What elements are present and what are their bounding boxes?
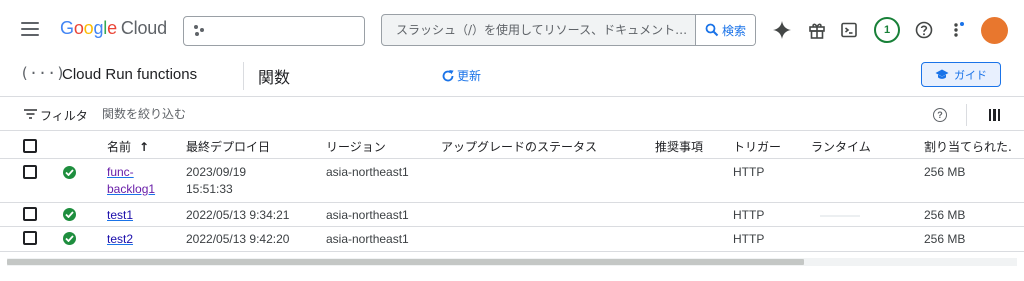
- region-cell: asia-northeast1: [326, 208, 409, 222]
- memory-cell: 256 MB: [924, 208, 966, 222]
- help-icon[interactable]: ?: [933, 108, 947, 122]
- refresh-label: 更新: [457, 69, 482, 83]
- divider: [0, 226, 1024, 227]
- gift-icon[interactable]: [806, 19, 828, 41]
- row-checkbox[interactable]: [23, 207, 37, 221]
- column-header-name[interactable]: 名前 ↑: [107, 138, 149, 155]
- region-cell: asia-northeast1: [326, 165, 409, 179]
- runtime-placeholder: [820, 215, 860, 217]
- page-header: (···) Cloud Run functions 関数 更新: [0, 62, 1024, 100]
- deployed-cell: 2022/05/13 9:34:21: [186, 208, 290, 222]
- function-name-link[interactable]: test1: [107, 208, 133, 222]
- trigger-cell: HTTP: [733, 232, 765, 246]
- column-header-trigger[interactable]: トリガー: [733, 138, 781, 155]
- select-all-checkbox[interactable]: [23, 139, 37, 153]
- trigger-cell: HTTP: [733, 165, 765, 179]
- notification-badge[interactable]: 1: [874, 17, 900, 43]
- project-dots-icon: [194, 25, 208, 37]
- search-input[interactable]: [382, 15, 695, 45]
- status-ok-icon: [63, 232, 76, 245]
- divider: [966, 104, 967, 126]
- cloud-shell-icon[interactable]: [838, 19, 860, 41]
- top-app-bar: GoogleCloud 検索 1: [0, 0, 1024, 64]
- menu-icon[interactable]: [21, 22, 39, 36]
- function-name-link[interactable]: test2: [107, 232, 133, 246]
- search-bar: 検索: [381, 14, 756, 46]
- divider: [0, 202, 1024, 203]
- trigger-cell: HTTP: [733, 208, 765, 222]
- divider: [243, 62, 244, 90]
- search-button[interactable]: 検索: [695, 15, 755, 45]
- search-button-label: 検索: [721, 23, 746, 38]
- deployed-time: 15:51:33: [186, 182, 233, 196]
- search-icon: [705, 23, 719, 37]
- filter-input[interactable]: [102, 104, 502, 124]
- divider: [0, 158, 1024, 159]
- guide-button[interactable]: ガイド: [921, 62, 1001, 87]
- column-header-memory[interactable]: 割り当てられた.: [924, 138, 1012, 155]
- column-header-runtime[interactable]: ランタイム: [811, 138, 871, 155]
- refresh-button[interactable]: 更新: [441, 67, 481, 84]
- status-ok-icon: [63, 166, 76, 179]
- guide-label: ガイド: [954, 68, 987, 82]
- deployed-date: 2023/09/19: [186, 165, 247, 179]
- filter-icon[interactable]: [24, 109, 37, 119]
- function-name-link[interactable]: func-: [107, 165, 134, 179]
- more-vert-icon[interactable]: [948, 19, 970, 41]
- status-ok-icon: [63, 208, 76, 221]
- school-icon: [935, 69, 949, 79]
- help-icon[interactable]: [913, 19, 935, 41]
- column-header-recommendations[interactable]: 推奨事項: [655, 138, 703, 155]
- page-title: 関数: [258, 68, 291, 87]
- filter-label[interactable]: フィルタ: [40, 107, 88, 124]
- refresh-icon: [442, 69, 454, 81]
- row-checkbox[interactable]: [23, 231, 37, 245]
- google-cloud-logo[interactable]: Google Cloud: [60, 18, 167, 39]
- column-header-region[interactable]: リージョン: [326, 138, 386, 155]
- deployed-cell: 2022/05/13 9:42:20: [186, 232, 290, 246]
- memory-cell: 256 MB: [924, 232, 966, 246]
- gemini-spark-icon[interactable]: [771, 19, 793, 41]
- column-header-upgrade-status[interactable]: アップグレードのステータス: [441, 138, 597, 155]
- horizontal-scrollbar-thumb[interactable]: [7, 259, 804, 265]
- divider: [0, 96, 1024, 97]
- region-cell: asia-northeast1: [326, 232, 409, 246]
- avatar[interactable]: [981, 17, 1008, 44]
- product-name: Cloud Run functions: [62, 66, 198, 83]
- cloud-functions-icon: (···): [20, 64, 66, 82]
- sort-ascending-icon: ↑: [139, 140, 150, 154]
- divider: [0, 251, 1024, 252]
- row-checkbox[interactable]: [23, 165, 37, 179]
- divider: [0, 130, 1024, 131]
- column-display-icon[interactable]: [989, 109, 1000, 121]
- project-picker[interactable]: [183, 16, 365, 46]
- memory-cell: 256 MB: [924, 165, 966, 179]
- function-name-link[interactable]: backlog1: [107, 182, 155, 196]
- column-header-last-deployed[interactable]: 最終デプロイ日: [186, 138, 270, 155]
